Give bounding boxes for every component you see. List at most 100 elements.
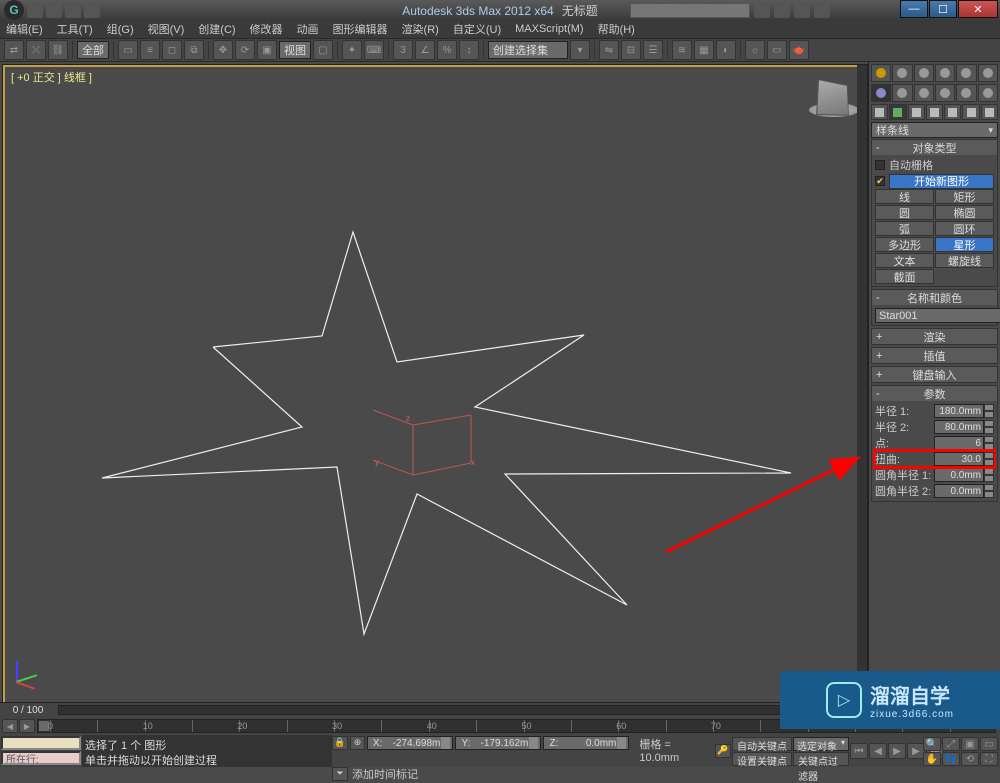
- menu-custom[interactable]: 自定义(U): [453, 21, 501, 37]
- btn-text[interactable]: 文本: [875, 253, 934, 268]
- display-tab[interactable]: [956, 84, 976, 102]
- maximize-button[interactable]: ☐: [929, 0, 957, 18]
- interp-rollout[interactable]: 插值: [872, 348, 997, 363]
- rotate-btn[interactable]: ⟳: [235, 40, 255, 60]
- zoom-ext-btn[interactable]: ▣: [961, 737, 979, 751]
- help-btn[interactable]: [814, 2, 830, 18]
- prev-frame[interactable]: ◀: [869, 743, 887, 759]
- btn-line[interactable]: 线: [875, 189, 934, 204]
- walk-btn[interactable]: 👣: [942, 752, 960, 766]
- menu-help[interactable]: 帮助(H): [598, 21, 635, 37]
- pivot-btn[interactable]: ▢: [313, 40, 333, 60]
- goto-start[interactable]: ⏮: [850, 743, 868, 759]
- points-up[interactable]: [984, 436, 994, 443]
- fov-btn[interactable]: ▭: [980, 737, 998, 751]
- app-logo[interactable]: G: [4, 0, 24, 20]
- set-key-button[interactable]: 设置关键点: [732, 752, 792, 766]
- max-toggle-btn[interactable]: ⛶: [980, 752, 998, 766]
- radius1-dn[interactable]: [984, 411, 994, 418]
- geom-cat[interactable]: [871, 104, 888, 120]
- menu-create[interactable]: 创建(C): [198, 21, 235, 37]
- minilistener-out[interactable]: [1, 736, 81, 750]
- btn-rect[interactable]: 矩形: [935, 189, 994, 204]
- material-editor-btn[interactable]: ◐: [716, 40, 736, 60]
- bind-btn[interactable]: ⛓: [48, 40, 68, 60]
- search-dropdown[interactable]: [754, 2, 770, 18]
- object-name-input[interactable]: [875, 308, 1000, 323]
- btn-helix[interactable]: 螺旋线: [935, 253, 994, 268]
- align-btn[interactable]: ⊟: [621, 40, 641, 60]
- menu-graph[interactable]: 图形编辑器: [333, 21, 388, 37]
- helpers-cat[interactable]: [944, 104, 961, 120]
- fillet1-dn[interactable]: [984, 475, 994, 482]
- render-setup-btn[interactable]: ☼: [745, 40, 765, 60]
- coord-x[interactable]: -274.698m: [382, 738, 440, 749]
- shape-category-dropdown[interactable]: 样条线: [871, 122, 998, 138]
- add-marker-icon[interactable]: ⏷: [332, 767, 348, 781]
- fillet1-up[interactable]: [984, 468, 994, 475]
- track-right[interactable]: ▶: [19, 719, 35, 733]
- qat-open[interactable]: [27, 2, 43, 18]
- autogrid-checkbox[interactable]: [875, 160, 885, 170]
- select-region-btn[interactable]: ◻: [162, 40, 182, 60]
- btn-circle[interactable]: 圆: [875, 205, 934, 220]
- btn-donut[interactable]: 圆环: [935, 221, 994, 236]
- kb-rollout[interactable]: 键盘输入: [872, 367, 997, 382]
- snap-3d[interactable]: 3: [393, 40, 413, 60]
- distort-input[interactable]: [934, 452, 984, 466]
- selection-sets-btn[interactable]: ▾: [570, 40, 590, 60]
- fillet2-input[interactable]: [934, 484, 984, 498]
- light-btn[interactable]: [892, 64, 912, 82]
- render-rollout[interactable]: 渲染: [872, 329, 997, 344]
- zoom-all-btn[interactable]: ⤢: [942, 737, 960, 751]
- name-color-rollout[interactable]: 名称和颜色: [872, 290, 997, 305]
- window-crossing-btn[interactable]: ⧉: [184, 40, 204, 60]
- pan-btn[interactable]: ✋: [923, 752, 941, 766]
- systems-cat[interactable]: [981, 104, 998, 120]
- object-type-rollout[interactable]: 对象类型: [872, 140, 997, 155]
- auto-key-button[interactable]: 自动关键点: [732, 737, 792, 751]
- fillet2-dn[interactable]: [984, 491, 994, 498]
- link-btn[interactable]: ⇄: [4, 40, 24, 60]
- layer-btn[interactable]: ☰: [643, 40, 663, 60]
- selection-filter[interactable]: 全部: [77, 41, 109, 59]
- btn-section[interactable]: 截面: [875, 269, 934, 284]
- btn-ngon[interactable]: 多边形: [875, 237, 934, 252]
- close-button[interactable]: ✕: [958, 0, 998, 18]
- snap-pct[interactable]: %: [437, 40, 457, 60]
- radius1-up[interactable]: [984, 404, 994, 411]
- menu-tools[interactable]: 工具(T): [57, 21, 93, 37]
- modify-tab[interactable]: [892, 84, 912, 102]
- render-frame-btn[interactable]: ▭: [767, 40, 787, 60]
- add-marker-label[interactable]: 添加时间标记: [352, 766, 418, 782]
- curve-editor-btn[interactable]: ≋: [672, 40, 692, 60]
- lock-selection[interactable]: 🔒: [332, 736, 348, 750]
- safe-btn[interactable]: [978, 64, 998, 82]
- orbit-btn[interactable]: ⟲: [961, 752, 979, 766]
- fillet1-input[interactable]: [934, 468, 984, 482]
- lights-cat[interactable]: [908, 104, 925, 120]
- qat-redo[interactable]: [84, 2, 100, 18]
- menu-render[interactable]: 渲染(R): [402, 21, 439, 37]
- move-btn[interactable]: ✥: [213, 40, 233, 60]
- viewport-scroll-v[interactable]: [857, 65, 867, 714]
- menu-modifiers[interactable]: 修改器: [250, 21, 283, 37]
- track-left[interactable]: ◀: [2, 719, 18, 733]
- schematic-btn[interactable]: ▦: [694, 40, 714, 60]
- qat-undo[interactable]: [65, 2, 81, 18]
- viewport[interactable]: [ +0 正交 ] 线框 ] z y x: [2, 64, 868, 715]
- key-target-dropdown[interactable]: 选定对象: [793, 737, 849, 751]
- set-key-icon[interactable]: 🔑: [715, 744, 731, 758]
- shapes-cat[interactable]: [889, 104, 906, 120]
- mirror-btn[interactable]: ⇋: [599, 40, 619, 60]
- help-search-input[interactable]: [630, 3, 750, 18]
- zoom-btn[interactable]: 🔍: [923, 737, 941, 751]
- unlink-btn[interactable]: ⤫: [26, 40, 46, 60]
- params-rollout[interactable]: 参数: [872, 386, 997, 401]
- kbd-toggle[interactable]: ⌨: [364, 40, 384, 60]
- xview-btn[interactable]: [956, 64, 976, 82]
- points-dn[interactable]: [984, 443, 994, 450]
- fillet2-up[interactable]: [984, 484, 994, 491]
- snap-angle[interactable]: ∠: [415, 40, 435, 60]
- minilistener-in[interactable]: [1, 751, 81, 765]
